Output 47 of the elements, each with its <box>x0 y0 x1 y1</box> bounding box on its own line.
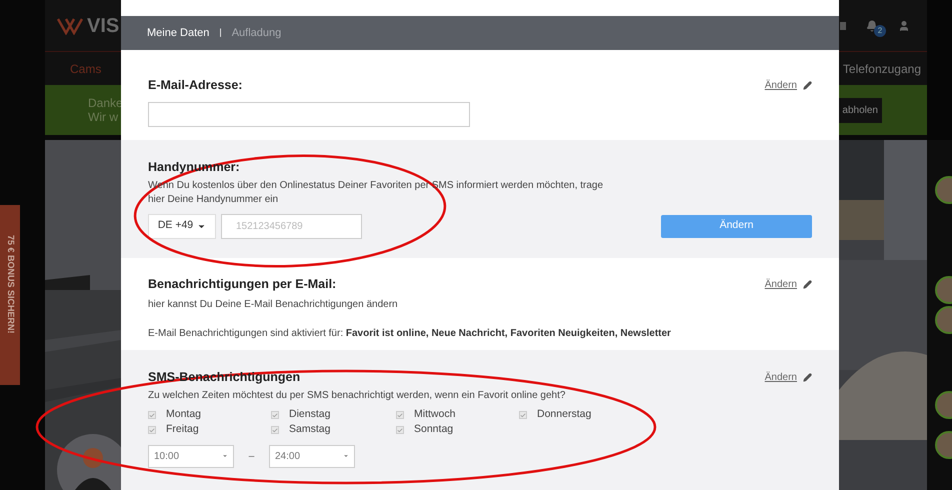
pencil-icon <box>803 372 812 382</box>
phone-input-field[interactable]: 152123456789 <box>221 214 362 239</box>
time-select[interactable]: 24:00 <box>269 444 355 468</box>
checkbox[interactable] <box>519 411 527 420</box>
checkbox-label: Mittwoch <box>414 407 456 422</box>
banner-text: Danke <box>88 96 123 110</box>
logo-icon <box>57 16 83 34</box>
checkbox[interactable] <box>271 426 279 434</box>
pencil-icon <box>803 280 812 289</box>
checkbox[interactable] <box>148 426 156 434</box>
checkbox-label: Donnerstag <box>537 407 592 422</box>
time-separator: – <box>248 450 256 464</box>
checkbox-label: Freitag <box>166 422 199 438</box>
section-title: Benachrichtigungen per E-Mail: <box>148 276 336 293</box>
section-description: hier kannst Du Deine E-Mail Benachrichtigungen ändern <box>148 298 399 312</box>
section-title: E-Mail-Adresse: <box>148 77 242 94</box>
country-code-select[interactable]: DE +49 <box>148 214 216 239</box>
checkbox[interactable] <box>271 411 279 420</box>
nav-link[interactable]: Telefonzugang <box>842 60 921 78</box>
change-button[interactable]: Ändern <box>661 214 812 238</box>
banner-text: Wir w <box>88 110 119 124</box>
change-link[interactable]: Ändern <box>764 78 797 93</box>
caret-icon <box>343 453 349 460</box>
notification-bell-icon[interactable] <box>866 20 878 32</box>
change-link[interactable]: Ändern <box>764 370 797 385</box>
bonus-tab[interactable]: 75 € BONUS SICHERN! <box>0 205 20 385</box>
section-description: Zu welchen Zeiten möchtest du per SMS benachrichtigt werden, wenn ein Favorit online geht? <box>148 388 566 403</box>
checkbox[interactable] <box>396 426 404 434</box>
checkbox-label: Dienstag <box>289 407 330 422</box>
checkbox-label: Montag <box>166 407 202 422</box>
user-icon[interactable] <box>898 20 910 32</box>
tab[interactable]: Aufladung <box>232 24 282 42</box>
checkbox-label: Samstag <box>289 422 330 438</box>
checkbox-label: Sonntag <box>414 422 454 438</box>
tab-separator: | <box>219 26 222 40</box>
change-link[interactable]: Ändern <box>764 276 797 292</box>
claim-button[interactable]: abholen <box>838 98 882 122</box>
notification-badge: 2 <box>874 24 886 36</box>
caret-icon <box>222 453 228 460</box>
logo-text: VIS <box>87 14 120 38</box>
email-input-field[interactable] <box>148 102 470 127</box>
tab[interactable]: Meine Daten <box>147 24 210 42</box>
checkbox[interactable] <box>148 411 156 420</box>
pencil-icon <box>803 80 812 90</box>
time-select[interactable]: 10:00 <box>148 444 234 468</box>
notification-status: E-Mail Benachrichtigungen sind aktiviert für: Favorit ist online, Neue Nachricht, Favoriten Neuigkeiten, Newsletter <box>148 326 672 341</box>
checkbox[interactable] <box>396 411 404 420</box>
